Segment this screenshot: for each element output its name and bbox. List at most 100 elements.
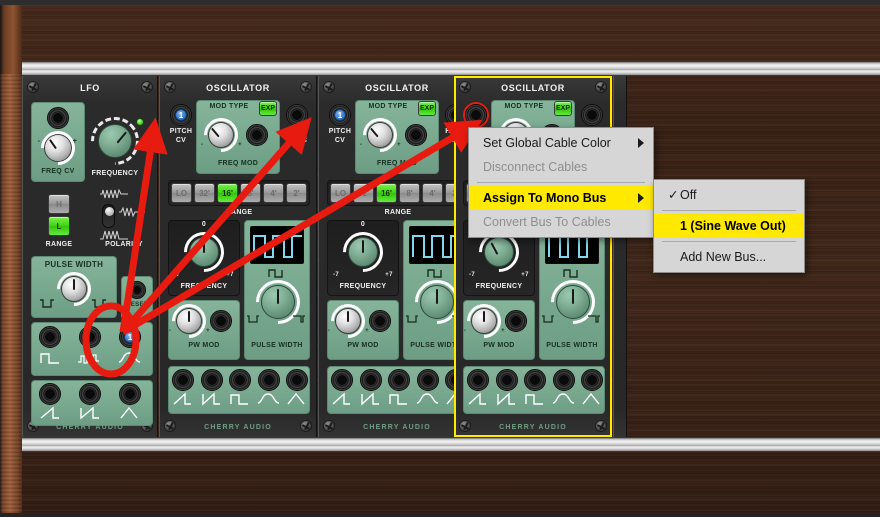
osc2-range-lo-button[interactable]: LO <box>330 183 351 203</box>
module-oscillator-1[interactable]: OSCILLATOR 1 PITCH CV MOD TYPE EXP - + F… <box>159 76 317 437</box>
positive-wave-icon <box>100 230 128 240</box>
saw-down-wave-icon <box>497 392 515 406</box>
menu-separator <box>662 241 796 242</box>
osc2-freq-mod-knob[interactable] <box>367 122 393 148</box>
osc3-hard-sync-input-jack[interactable] <box>581 104 603 126</box>
osc2-frequency-knob[interactable] <box>348 237 378 267</box>
submenu-item-add-new-bus[interactable]: Add New Bus... <box>654 245 804 269</box>
osc3-frequency-knob[interactable] <box>484 237 514 267</box>
osc1-freq-mod-label: FREQ MOD <box>217 160 259 167</box>
osc2-pulse-width-knob[interactable] <box>420 285 454 319</box>
osc3-pw-mod-knob[interactable] <box>471 308 497 334</box>
submenu-item-bus-1[interactable]: 1 (Sine Wave Out) <box>654 214 804 238</box>
menu-item-set-global-cable-color[interactable]: Set Global Cable Color <box>469 131 653 155</box>
osc1-frequency-knob[interactable] <box>189 237 219 267</box>
context-menu[interactable]: Set Global Cable Color Disconnect Cables… <box>468 127 654 238</box>
osc2-freq-mod-input-jack[interactable] <box>405 124 427 146</box>
lfo-pulse-output-jack[interactable] <box>39 326 61 348</box>
pulse-wave-icon <box>389 394 407 405</box>
osc1-pulse-output-jack[interactable] <box>229 369 251 391</box>
osc1-mod-type-label: MOD TYPE <box>209 103 249 110</box>
osc2-range-32-button[interactable]: 32' <box>353 183 374 203</box>
osc3-saw-up-output-jack[interactable] <box>467 369 489 391</box>
pulse-shape-icon <box>268 269 283 278</box>
mono-bus-submenu[interactable]: ✓ Off 1 (Sine Wave Out) Add New Bus... <box>653 179 805 273</box>
osc3-pw-mod-input-jack[interactable] <box>505 310 527 332</box>
osc3-pw-mod-min-label: - <box>463 328 467 334</box>
lfo-range-low-button[interactable]: L <box>48 216 70 236</box>
menu-separator <box>477 182 645 183</box>
lfo-stepped-random-output-jack[interactable] <box>79 326 101 348</box>
osc2-saw-up-output-jack[interactable] <box>331 369 353 391</box>
osc1-pulse-width-knob[interactable] <box>261 285 295 319</box>
rack-rail-bottom <box>22 437 880 452</box>
osc2-frequency-max-label: +7 <box>385 272 393 278</box>
pulse-shape-icon <box>563 269 578 278</box>
lfo-reset-input-jack[interactable] <box>128 281 146 299</box>
lfo-polarity-switch[interactable] <box>102 204 115 228</box>
osc1-triangle-output-jack[interactable] <box>286 369 308 391</box>
osc1-hard-sync-input-jack[interactable] <box>286 104 308 126</box>
osc1-freq-mod-input-jack[interactable] <box>246 124 268 146</box>
menu-item-assign-to-mono-bus[interactable]: Assign To Mono Bus <box>469 186 653 210</box>
lfo-freq-cv-input-jack[interactable] <box>47 107 69 129</box>
osc1-pitch-cv-bus-badge: 1 <box>175 109 187 121</box>
saw-down-wave-icon <box>361 392 379 406</box>
osc1-sine-output-jack[interactable] <box>258 369 280 391</box>
osc1-range-2-button[interactable]: 2' <box>286 183 307 203</box>
unipolar-wave-icon <box>119 206 145 218</box>
osc2-range-16-button[interactable]: 16' <box>376 183 397 203</box>
osc2-pitch-cv-input-jack[interactable]: 1 <box>329 104 351 126</box>
osc1-range-lo-button[interactable]: LO <box>171 183 192 203</box>
osc2-range-8-button[interactable]: 8' <box>399 183 420 203</box>
osc3-pulse-width-knob[interactable] <box>556 285 590 319</box>
osc2-pw-mod-min-label: - <box>327 328 331 334</box>
osc1-mod-type-exp-button[interactable]: EXP <box>259 101 277 116</box>
submenu-item-off[interactable]: ✓ Off <box>654 183 804 207</box>
osc1-frequency-label: FREQUENCY <box>180 283 228 290</box>
osc2-mod-type-exp-button[interactable]: EXP <box>418 101 436 116</box>
osc1-pw-mod-input-jack[interactable] <box>210 310 232 332</box>
lfo-saw-up-output-jack[interactable] <box>39 383 61 405</box>
osc1-range-8-button[interactable]: 8' <box>240 183 261 203</box>
osc1-pw-mod-knob[interactable] <box>176 308 202 334</box>
module-lfo[interactable]: LFO - + FREQ CV FREQUENCY H L RANGE POLA… <box>22 76 158 437</box>
osc3-pulse-output-jack[interactable] <box>524 369 546 391</box>
osc2-pulse-output-jack[interactable] <box>388 369 410 391</box>
osc3-mod-type-label: MOD TYPE <box>504 103 544 110</box>
sine-wave-icon <box>552 393 575 404</box>
osc2-pw-mod-input-jack[interactable] <box>369 310 391 332</box>
osc1-saw-up-output-jack[interactable] <box>172 369 194 391</box>
osc3-saw-down-output-jack[interactable] <box>496 369 518 391</box>
module-oscillator-2[interactable]: OSCILLATOR 1 PITCH CV MOD TYPE EXP - + F… <box>318 76 476 437</box>
osc2-mod-type-label: MOD TYPE <box>368 103 408 110</box>
osc3-sine-output-jack[interactable] <box>553 369 575 391</box>
osc1-pitch-cv-input-jack[interactable]: 1 <box>170 104 192 126</box>
lfo-triangle-output-jack[interactable] <box>119 383 141 405</box>
osc2-sine-output-jack[interactable] <box>417 369 439 391</box>
lfo-frequency-knob[interactable] <box>98 124 132 158</box>
osc3-pitch-cv-input-jack[interactable] <box>465 104 487 126</box>
menu-item-label: Set Global Cable Color <box>483 136 611 150</box>
osc2-pw-mod-knob[interactable] <box>335 308 361 334</box>
osc1-freq-mod-knob[interactable] <box>208 122 234 148</box>
osc3-triangle-output-jack[interactable] <box>581 369 603 391</box>
lfo-saw-down-output-jack[interactable] <box>79 383 101 405</box>
osc1-range-32-button[interactable]: 32' <box>194 183 215 203</box>
narrow-pulse-icon <box>406 315 418 323</box>
osc2-saw-down-output-jack[interactable] <box>360 369 382 391</box>
osc3-mod-type-exp-button[interactable]: EXP <box>554 101 572 116</box>
saw-down-wave-icon <box>202 392 220 406</box>
synth-rack-window: LFO - + FREQ CV FREQUENCY H L RANGE POLA… <box>0 0 880 517</box>
osc1-range-16-button[interactable]: 16' <box>217 183 238 203</box>
saw-up-wave-icon <box>173 392 191 405</box>
triangle-wave-icon <box>287 392 305 405</box>
lfo-sine-output-jack[interactable]: 1 <box>119 326 141 348</box>
osc1-range-4-button[interactable]: 4' <box>263 183 284 203</box>
lfo-pulse-width-knob[interactable] <box>61 276 87 302</box>
osc1-saw-down-output-jack[interactable] <box>201 369 223 391</box>
pulse-wave-icon <box>40 353 59 364</box>
lfo-range-high-button[interactable]: H <box>48 194 70 214</box>
osc2-range-4-button[interactable]: 4' <box>422 183 443 203</box>
module-title-lfo: LFO <box>80 83 100 93</box>
